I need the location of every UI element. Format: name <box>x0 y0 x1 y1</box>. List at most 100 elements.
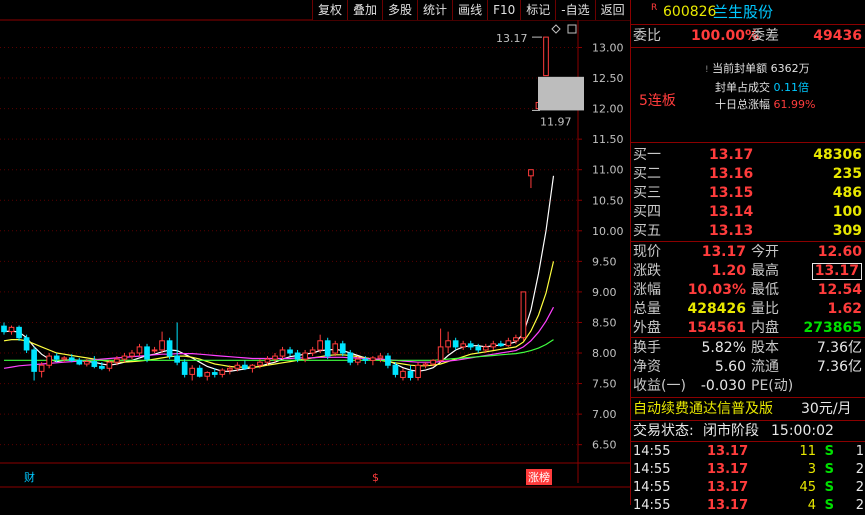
seal-ratio-label: 封单占成交 <box>715 81 770 94</box>
candle-body <box>309 349 316 354</box>
bid-row: 买五 13.13 309 <box>631 222 865 241</box>
ad-row[interactable]: 自动续费通达信普及版 30元/月 <box>631 399 865 419</box>
candle <box>497 340 504 347</box>
fundamental-value-2: 7.36亿 <box>816 340 862 356</box>
y-tick-label: 11.00 <box>592 164 624 177</box>
fundamental-row: 换手 5.82% 股本 7.36亿 <box>631 339 865 358</box>
candle-body <box>166 340 173 357</box>
streak-badge: 5连板 <box>639 93 676 109</box>
stock-header: R 600826 兰生股份 <box>631 0 865 24</box>
y-tick-label: 12.50 <box>592 72 624 85</box>
committee-row: 委比 100.00% 委差 49436 <box>631 26 865 46</box>
candle-body <box>219 369 226 375</box>
tick-time: 14:55 <box>633 462 671 477</box>
bid-label: 买一 <box>633 147 661 163</box>
toolbar-button-6[interactable]: 标记 <box>521 0 557 20</box>
candle-body <box>287 349 293 354</box>
stock-code: 600826 <box>663 4 717 20</box>
candle-body <box>38 364 45 372</box>
quote-value-2: 273865 <box>803 320 862 336</box>
quote-label-2: 内盘 <box>751 320 779 336</box>
y-tick-label: 10.50 <box>592 194 624 207</box>
candle-body <box>324 340 331 357</box>
quote-row: 总量 428426 量比 1.62 <box>631 300 865 319</box>
low-price-annotation: 11.97 <box>540 115 572 128</box>
quote-label: 总量 <box>633 301 661 317</box>
candle-body <box>445 340 451 348</box>
candle <box>151 346 158 354</box>
candle <box>174 322 180 366</box>
candle-body <box>99 365 105 369</box>
candle <box>1 322 7 335</box>
kline-chart[interactable]: 13.00 12.50 12.00 11.50 11.00 10.50 10.00 9.50 9… <box>0 0 630 505</box>
diamond-icon[interactable] <box>551 24 561 34</box>
fundamental-label: 净资 <box>633 359 661 375</box>
ten-day-gain-label: 十日总涨幅 <box>715 98 770 111</box>
y-tick-label: 9.50 <box>592 255 617 268</box>
candle-body <box>106 361 113 369</box>
toolbar-button-0[interactable]: 复权 <box>313 0 349 20</box>
y-tick-label: 9.00 <box>592 286 617 299</box>
tick-volume: 11 <box>799 444 816 459</box>
candle-body <box>272 355 278 360</box>
toolbar-button-2[interactable]: 多股 <box>383 0 419 20</box>
seal-lines: ! 当前封单额 6362万 封单占成交 0.11倍 十日总涨幅 61.99% <box>705 62 816 111</box>
candle <box>445 331 451 354</box>
fundamental-row: 净资 5.60 流通 7.36亿 <box>631 358 865 377</box>
toolbar-button-4[interactable]: 画线 <box>453 0 489 20</box>
candle <box>46 353 53 369</box>
tick-price: 13.17 <box>707 480 749 495</box>
tick-row: 14:55 13.17 4 S 2 <box>631 497 865 515</box>
toolbar-button-1[interactable]: 叠加 <box>348 0 384 20</box>
candle-body <box>354 358 361 363</box>
tick-price: 13.17 <box>707 498 749 513</box>
bid-row: 买四 13.14 100 <box>631 203 865 222</box>
limit-up-badge[interactable]: 涨榜 <box>528 470 550 484</box>
quote-value-2: 12.60 <box>817 244 862 260</box>
candle-body <box>317 340 324 351</box>
candle-body <box>475 346 482 351</box>
candle-body <box>430 359 436 365</box>
y-tick-label: 11.50 <box>592 133 624 146</box>
trade-status-state: 闭市阶段 <box>703 423 759 439</box>
toolbar-button-5[interactable]: F10 <box>488 0 522 20</box>
candle-body <box>362 358 369 361</box>
y-tick-label: 12.00 <box>592 103 624 116</box>
window-control-icon[interactable] <box>567 24 577 34</box>
candle-body <box>264 358 271 363</box>
candle-body <box>1 325 7 333</box>
candle-body <box>159 340 165 351</box>
ad-text[interactable]: 自动续费通达信普及版 <box>633 399 773 419</box>
tick-time: 14:55 <box>633 480 671 495</box>
fundamental-label: 收益(一) <box>633 378 686 394</box>
quote-row: 涨跌 1.20 最高 13.17 <box>631 262 865 281</box>
tick-side: S <box>824 498 834 513</box>
bid-row: 买三 13.15 486 <box>631 184 865 203</box>
candle <box>460 340 467 350</box>
finance-event-marker[interactable]: 财 <box>24 470 35 484</box>
candle-body <box>249 364 256 369</box>
quote-label-2: 最高 <box>751 263 779 279</box>
candle-body <box>211 372 218 375</box>
candle <box>91 356 98 369</box>
tick-volume: 4 <box>807 498 816 513</box>
toolbar-button-8[interactable]: 返回 <box>596 0 631 20</box>
quote-panel: R 600826 兰生股份 委比 100.00% 委差 49436 5连板 ! … <box>630 0 865 513</box>
bid-label: 买二 <box>633 166 661 182</box>
quote-label: 涨跌 <box>633 263 661 279</box>
candle <box>422 362 429 369</box>
candle-body <box>400 370 406 378</box>
tick-row: 14:55 13.17 11 S 1 <box>631 443 865 461</box>
candle <box>520 291 527 341</box>
quote-value-2: 13.17 <box>811 263 862 280</box>
fundamental-label-2: 流通 <box>751 359 779 375</box>
quote-label-2: 最低 <box>751 282 779 298</box>
dividend-event-marker[interactable]: $ <box>372 471 379 484</box>
toolbar-button-3[interactable]: 统计 <box>418 0 454 20</box>
ad-price[interactable]: 30元/月 <box>801 399 852 419</box>
candle-body <box>196 367 203 377</box>
candle-body <box>437 346 444 361</box>
candle <box>219 368 226 378</box>
bid-volume: 235 <box>832 166 862 182</box>
toolbar-button-7[interactable]: -自选 <box>556 0 596 20</box>
